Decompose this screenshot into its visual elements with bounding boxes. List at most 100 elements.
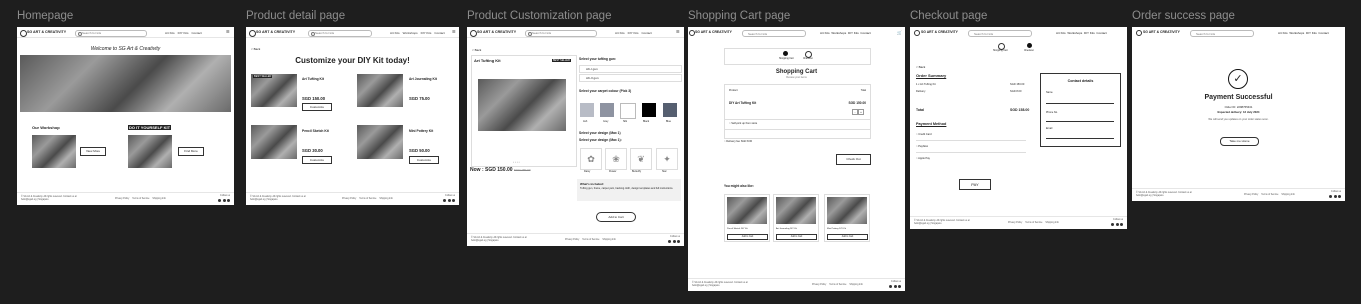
- qty-plus[interactable]: +: [858, 109, 864, 115]
- swatch-black[interactable]: [642, 103, 656, 117]
- logo-icon[interactable]: [914, 30, 920, 36]
- check-icon: ✓: [1228, 69, 1248, 89]
- homepage-frame: SG ART & CREATIVITY Search for kits Art …: [17, 27, 234, 205]
- design-question-1: Select your design (Max 1): [579, 131, 621, 135]
- back-link[interactable]: < Back: [251, 47, 260, 51]
- search-input[interactable]: Search for kits: [308, 29, 372, 37]
- email-field[interactable]: [1046, 138, 1114, 139]
- pay-apple[interactable]: ○ Apple Pay: [916, 157, 1026, 164]
- success-frame: SG ART & CREATIVITY Search for kits Art …: [1132, 27, 1345, 201]
- customize-button-1[interactable]: Customize: [302, 103, 332, 111]
- carousel-dots[interactable]: • • • •: [513, 160, 520, 164]
- customize-button-4[interactable]: Customize: [409, 156, 439, 164]
- view-more-button[interactable]: View More: [80, 147, 106, 156]
- price: Now : SGD 150.00: [470, 167, 513, 173]
- product-image-4: [357, 125, 403, 159]
- logo-icon[interactable]: [20, 30, 27, 37]
- logo-icon[interactable]: [470, 30, 477, 37]
- best-seller-badge: BEST SELLER: [552, 59, 571, 62]
- cart-icon[interactable]: 🛒: [897, 30, 902, 35]
- logo-icon[interactable]: [249, 30, 256, 37]
- cart-frame: SG ART & CREATIVITY Search for kits Art …: [688, 27, 905, 291]
- search-input[interactable]: Search for kits: [742, 30, 806, 37]
- product-image-3: [251, 125, 297, 159]
- footer: © SG Art & Creativity. All rights reserv…: [1132, 188, 1345, 201]
- back-link[interactable]: < Back: [916, 65, 925, 69]
- customize-button-3[interactable]: Customize: [302, 156, 332, 164]
- checkout-button[interactable]: Check Out: [836, 154, 871, 165]
- product-name-3: Pencil Sketch Kit: [302, 129, 329, 133]
- pickup-option[interactable]: ○ Self-pick up from store: [729, 122, 757, 125]
- nav-links[interactable]: Art Kits DIY Kits Contact: [615, 31, 655, 35]
- instagram-icon: [1329, 194, 1332, 198]
- product-name-1: Art Tufting Kit: [302, 77, 324, 81]
- cart-table: Product Total DIY Art Tufting Kit SGD 15…: [724, 84, 871, 139]
- footer: © SG Art & Creativity. All rights reserv…: [246, 192, 459, 205]
- product-name-4: Mini Pottery Kit: [409, 129, 434, 133]
- step-checkout-icon: [805, 51, 812, 58]
- pay-credit-card[interactable]: ○ Credit Card: [916, 133, 1026, 141]
- gun-option-2[interactable]: AK-II gun: [579, 74, 682, 82]
- design-star-icon[interactable]: ✦: [656, 148, 678, 170]
- frame-label-custom: Product Customization page: [467, 10, 612, 22]
- name-field[interactable]: [1046, 103, 1114, 104]
- customization-frame: SG ART & CREATIVITY Search for kits Art …: [467, 27, 684, 246]
- design-question-2: Select your design (Max 1):: [579, 138, 622, 142]
- footer: © SG Art & Creativity. All rights reserv…: [688, 278, 905, 291]
- swatch-silk[interactable]: [620, 103, 636, 119]
- phone-field[interactable]: [1046, 121, 1114, 122]
- welcome-heading: Welcome to SG Art & Creativity: [90, 46, 161, 52]
- menu-icon[interactable]: ☰: [452, 30, 456, 34]
- swatch-ash[interactable]: [580, 103, 594, 117]
- color-question: Select your carpet colour (Pick 3): [579, 89, 632, 93]
- swatch-grey[interactable]: [600, 103, 614, 117]
- search-input[interactable]: Search for kits: [525, 29, 597, 37]
- youtube-icon: [1120, 222, 1123, 226]
- search-input[interactable]: Search for kits: [968, 30, 1032, 37]
- product-price-2: SGD 75.00: [409, 96, 430, 101]
- facebook-icon: [1115, 222, 1119, 226]
- step-cart-icon: [998, 43, 1005, 50]
- find-more-button[interactable]: Find More: [178, 147, 204, 156]
- youtube-icon: [227, 198, 230, 202]
- nav-links[interactable]: Art Kits DIY Kits Contact: [165, 31, 205, 35]
- nav-links[interactable]: Art Kits Workshops DIY Kits Contact: [820, 31, 871, 35]
- old-price: SGD 180.00: [514, 168, 531, 172]
- pay-button[interactable]: PAY: [959, 179, 991, 190]
- search-input[interactable]: Search for kits: [1190, 30, 1254, 37]
- workshop-title: Our Workshop: [32, 125, 60, 130]
- product-price-4: SGD 50.00: [409, 148, 430, 153]
- design-butterfly-icon[interactable]: ❦: [630, 148, 652, 170]
- add-to-cart-button[interactable]: Add to Cart: [596, 212, 636, 222]
- take-me-home-button[interactable]: Take me Home: [1220, 137, 1259, 146]
- gun-option-1[interactable]: AK-I gun: [579, 65, 682, 73]
- nav-links[interactable]: Art Kits Workshops DIY Kits Contact: [1056, 31, 1107, 35]
- logo-icon[interactable]: [1136, 30, 1142, 36]
- instagram-icon: [218, 198, 221, 202]
- search-input[interactable]: Search for kits: [75, 29, 147, 37]
- hero-image: [20, 55, 231, 112]
- nav-links[interactable]: Art Kits Workshops DIY Kits Contact: [1278, 31, 1329, 35]
- pay-paynow[interactable]: ○ PayNow: [916, 145, 1026, 153]
- cart-icon[interactable]: ☰: [226, 30, 230, 34]
- menu-icon[interactable]: ☰: [676, 30, 680, 34]
- rec-card-2: Art Journaling DIY Kit Add to Cart: [773, 194, 819, 242]
- payment-title: Payment Method: [916, 122, 947, 126]
- navbar: SG ART & CREATIVITY Search for kits Art …: [17, 27, 234, 38]
- design-flower-icon[interactable]: ❀: [605, 148, 627, 170]
- diy-image: [128, 135, 172, 168]
- frame-label-cart: Shopping Cart page: [688, 10, 791, 22]
- brand-name: SG ART & CREATIVITY: [256, 30, 296, 34]
- success-title: Payment Successful: [1204, 94, 1273, 101]
- workshop-image: [32, 135, 76, 168]
- footer: © SG Art & Creativity. All rights reserv…: [467, 233, 684, 246]
- back-link[interactable]: < Back: [472, 48, 481, 52]
- swatch-blue[interactable]: [663, 103, 677, 117]
- delivery-option[interactable]: ○ Delivery fee SGD 8.00: [724, 140, 752, 143]
- youtube-icon: [1338, 194, 1341, 198]
- search-icon: [77, 31, 82, 36]
- step-cart-icon: [783, 51, 788, 56]
- nav-links[interactable]: Art Kits Workshops DIY Kits Contact: [390, 31, 448, 35]
- facebook-icon: [672, 239, 676, 243]
- design-daisy-icon[interactable]: ✿: [580, 148, 602, 170]
